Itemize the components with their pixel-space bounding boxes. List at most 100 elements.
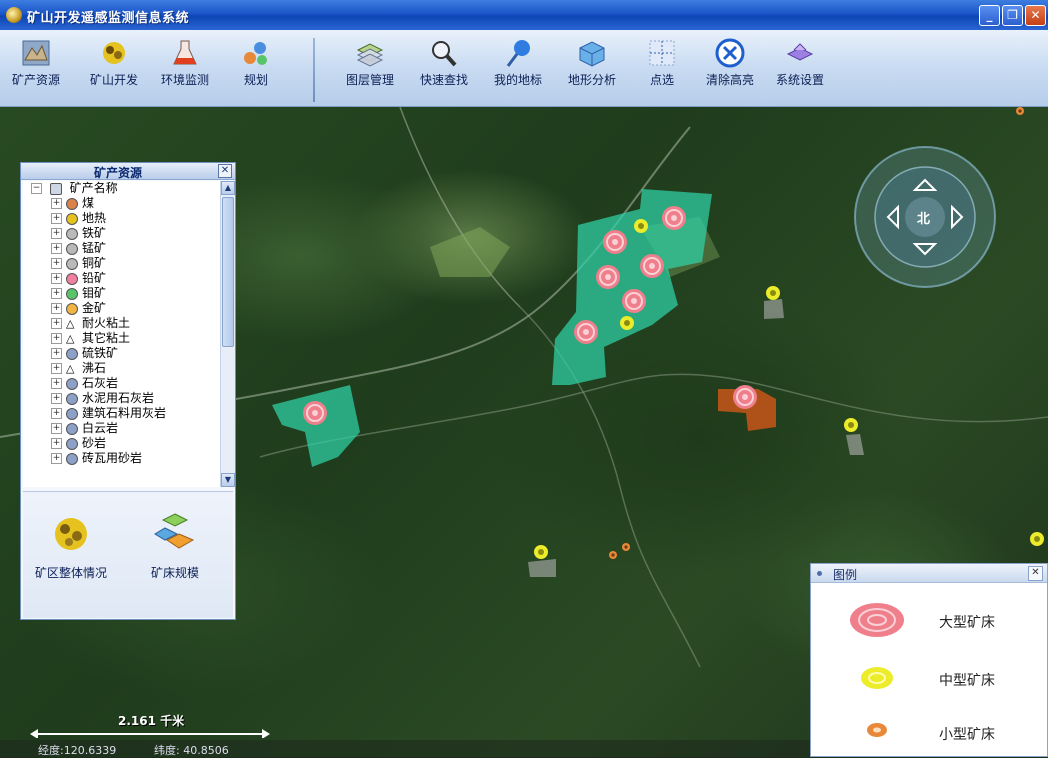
tool-mineral-resources[interactable]: 矿产资源 [6, 34, 66, 104]
tree-item-label: 其它粘土 [82, 331, 131, 345]
tree-item[interactable]: + 砖瓦用砂岩 [23, 451, 221, 466]
tool-mine-development[interactable]: 矿山开发 [84, 34, 144, 104]
mining-area-overview-button[interactable]: 矿区整体情况 [31, 512, 111, 581]
small-deposit-marker [1016, 107, 1024, 115]
large-deposit-marker [733, 385, 757, 409]
tree-item-label: 铜矿 [82, 256, 107, 270]
expand-icon[interactable]: + [51, 363, 62, 374]
tree-item-label: 水泥用石灰岩 [82, 391, 155, 405]
medium-deposit-marker [1030, 532, 1044, 546]
large-deposit-marker [303, 401, 327, 425]
tool-clear-highlight[interactable]: 清除高亮 [700, 34, 760, 104]
expand-icon[interactable]: + [51, 453, 62, 464]
tree-item[interactable]: + 石灰岩 [23, 376, 221, 391]
tool-environment-monitoring[interactable]: 环境监测 [155, 34, 215, 104]
expand-icon[interactable]: + [51, 243, 62, 254]
tree-item[interactable]: + 水泥用石灰岩 [23, 391, 221, 406]
scroll-thumb[interactable] [222, 197, 234, 347]
tool-planning[interactable]: 规划 [226, 34, 286, 104]
scroll-down-icon[interactable]: ▼ [221, 473, 235, 487]
expand-icon[interactable]: + [51, 393, 62, 404]
tree-item-label: 钼矿 [82, 286, 107, 300]
medium-deposit-icon [861, 667, 893, 689]
tool-terrain-analysis[interactable]: 地形分析 [562, 34, 622, 104]
tree-item[interactable]: + 铅矿 [23, 271, 221, 286]
expand-icon[interactable]: + [51, 408, 62, 419]
tree-item[interactable]: + △ 耐火粘土 [23, 316, 221, 331]
expand-icon[interactable]: + [51, 423, 62, 434]
close-button[interactable]: ✕ [1025, 5, 1046, 26]
deposit-scale-button[interactable]: 矿床规模 [135, 512, 215, 581]
tree-item[interactable]: + 铜矿 [23, 256, 221, 271]
expand-icon[interactable]: + [51, 378, 62, 389]
mineral-icon [66, 452, 78, 465]
tree-item-label: 铅矿 [82, 271, 107, 285]
legend-item-large: 大型矿床 [811, 600, 1047, 640]
collapse-icon[interactable]: − [31, 183, 42, 194]
tree-item[interactable]: + 砂岩 [23, 436, 221, 451]
minimize-button[interactable]: _ [979, 5, 1000, 26]
tree-item-label: 石灰岩 [82, 376, 119, 390]
quick-search-icon [432, 41, 457, 67]
tree-item[interactable]: + 铁矿 [23, 226, 221, 241]
app-logo-icon [6, 7, 22, 23]
tree-item[interactable]: + △ 其它粘土 [23, 331, 221, 346]
title-bar: 矿山开发遥感监测信息系统 _ ❐ ✕ [0, 0, 1048, 30]
mining-area [552, 189, 712, 385]
tree-item[interactable]: + 硫铁矿 [23, 346, 221, 361]
expand-icon[interactable]: + [51, 228, 62, 239]
tree-item-label: 硫铁矿 [82, 346, 119, 360]
tree-item-label: 沸石 [82, 361, 107, 375]
legend-item-medium: 中型矿床 [811, 658, 1047, 698]
small-deposit-icon [867, 723, 887, 737]
tree-item-label: 锰矿 [82, 241, 107, 255]
tool-point-select[interactable]: 点选 [632, 34, 692, 104]
tree-item[interactable]: + 煤 [23, 196, 221, 211]
expand-icon[interactable]: + [51, 258, 62, 269]
expand-icon[interactable]: + [51, 198, 62, 209]
tree-item[interactable]: + 金矿 [23, 301, 221, 316]
expand-icon[interactable]: + [51, 273, 62, 284]
tree-item[interactable]: + 锰矿 [23, 241, 221, 256]
mineral-resources-panel: 矿产资源 ✕ − 矿产名称 + 煤 + 地热 + 铁矿 + 锰矿 + 铜矿 + 铅矿 + 钼矿 + 金矿 + △ 耐… [20, 162, 236, 620]
expand-icon[interactable]: + [51, 303, 62, 314]
expand-icon[interactable]: + [51, 318, 62, 329]
tree-item[interactable]: + 白云岩 [23, 421, 221, 436]
mineral-icon [66, 272, 78, 285]
tree-item[interactable]: + 建筑石料用灰岩 [23, 406, 221, 421]
large-deposit-icon [850, 603, 904, 637]
mine-development-icon [103, 42, 125, 64]
tool-system-settings[interactable]: 系统设置 [770, 34, 830, 104]
navigation-compass[interactable]: 北 [852, 144, 998, 290]
mineral-icon [66, 347, 78, 360]
legend-panel: 图例 ✕ 大型矿床 中型矿床 小型矿床 [810, 563, 1048, 757]
large-deposit-marker [603, 230, 627, 254]
legend-header: 图例 ✕ [811, 564, 1047, 583]
tree-item[interactable]: + △ 沸石 [23, 361, 221, 376]
legend-close-button[interactable]: ✕ [1028, 566, 1043, 581]
mineral-icon [66, 437, 78, 450]
mineral-icon [66, 422, 78, 435]
panel-close-button[interactable]: ✕ [218, 164, 232, 178]
tree-item[interactable]: + 钼矿 [23, 286, 221, 301]
large-deposit-marker [596, 265, 620, 289]
tree-item[interactable]: + 地热 [23, 211, 221, 226]
expand-icon[interactable]: + [51, 348, 62, 359]
tool-layer-management[interactable]: 图层管理 [340, 34, 400, 104]
tool-my-landmark[interactable]: 我的地标 [488, 34, 548, 104]
restore-button[interactable]: ❐ [1002, 5, 1023, 26]
tree-scrollbar[interactable]: ▲ ▼ [220, 181, 235, 487]
expand-icon[interactable]: + [51, 333, 62, 344]
expand-icon[interactable]: + [51, 213, 62, 224]
mineral-resources-icon [22, 40, 50, 66]
expand-icon[interactable]: + [51, 438, 62, 449]
panel-header: 矿产资源 ✕ [21, 163, 235, 180]
legend-title: 图例 [833, 568, 858, 582]
scroll-up-icon[interactable]: ▲ [221, 181, 235, 195]
mineral-icon [66, 287, 78, 300]
tree-root[interactable]: − 矿产名称 [23, 181, 221, 196]
status-bar: 经度:120.6339 纬度: 40.8506 [0, 740, 810, 757]
window-title: 矿山开发遥感监测信息系统 [27, 11, 190, 26]
expand-icon[interactable]: + [51, 288, 62, 299]
tool-quick-search[interactable]: 快速查找 [414, 34, 474, 104]
